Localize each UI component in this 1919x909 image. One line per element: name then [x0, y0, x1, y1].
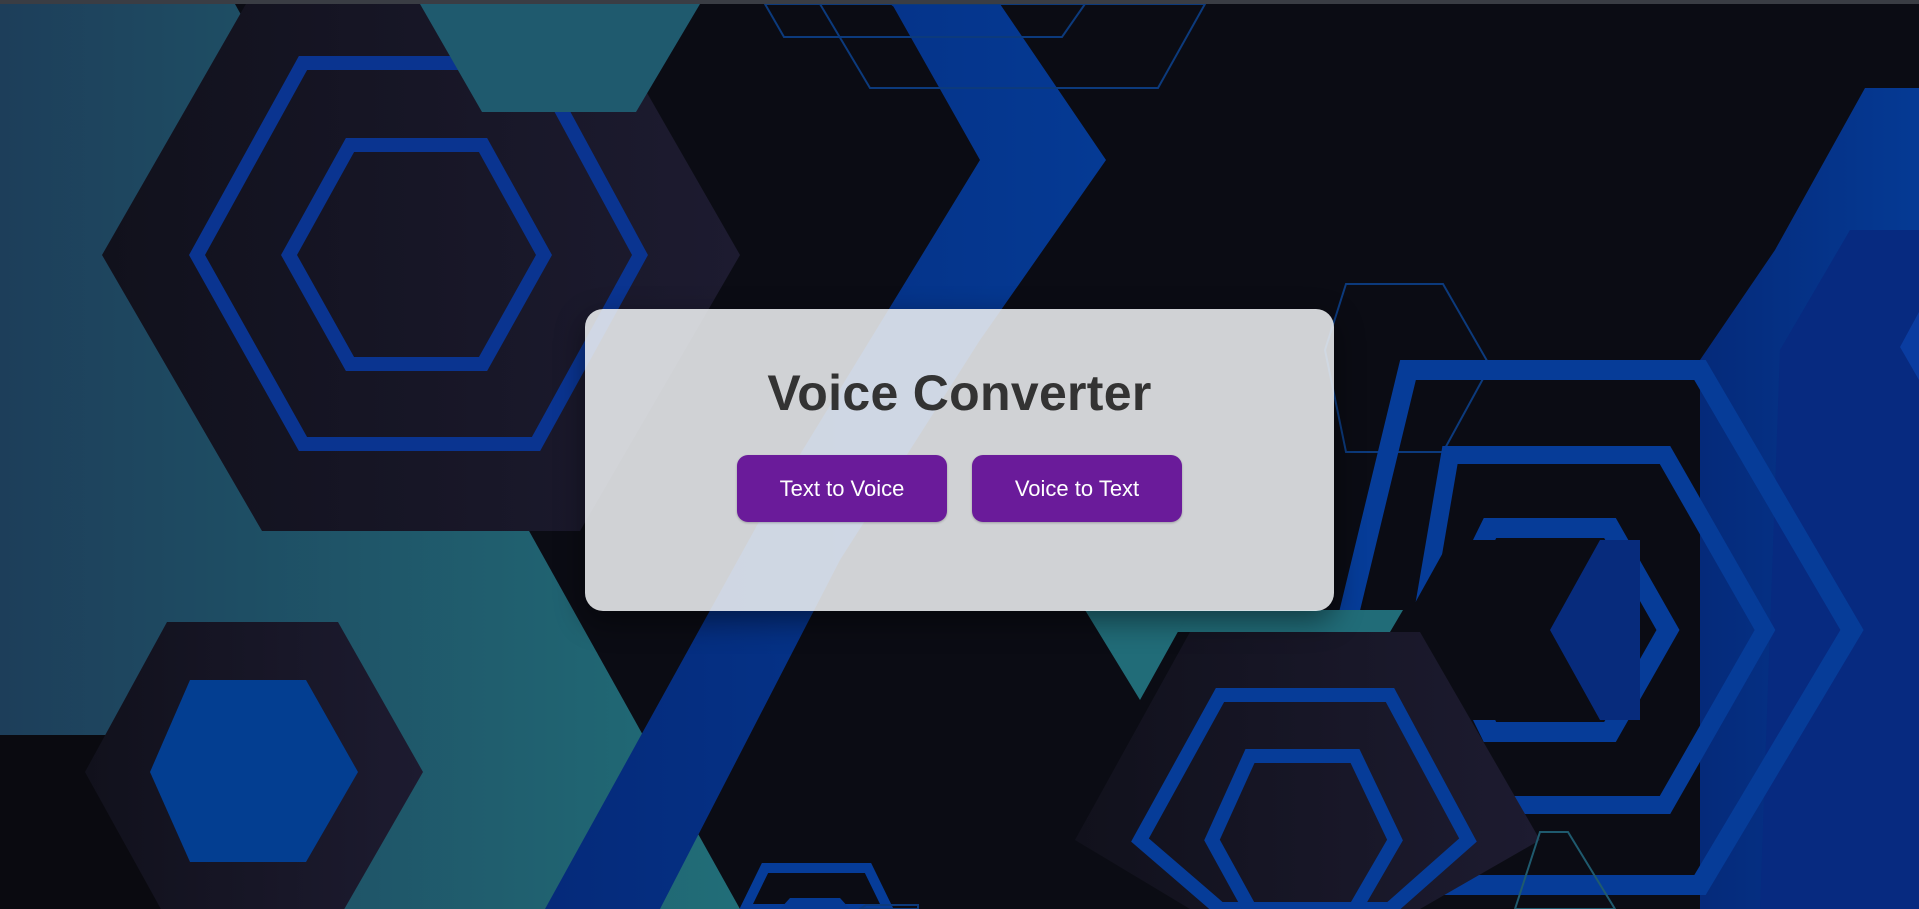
converter-card: Voice Converter Text to Voice Voice to T…: [585, 309, 1334, 611]
window-top-strip: [0, 0, 1919, 4]
page-title: Voice Converter: [767, 365, 1152, 421]
voice-to-text-button[interactable]: Voice to Text: [972, 455, 1182, 522]
action-button-group: Text to Voice Voice to Text: [585, 455, 1334, 522]
app-page: Voice Converter Text to Voice Voice to T…: [0, 0, 1919, 909]
text-to-voice-button[interactable]: Text to Voice: [737, 455, 947, 522]
